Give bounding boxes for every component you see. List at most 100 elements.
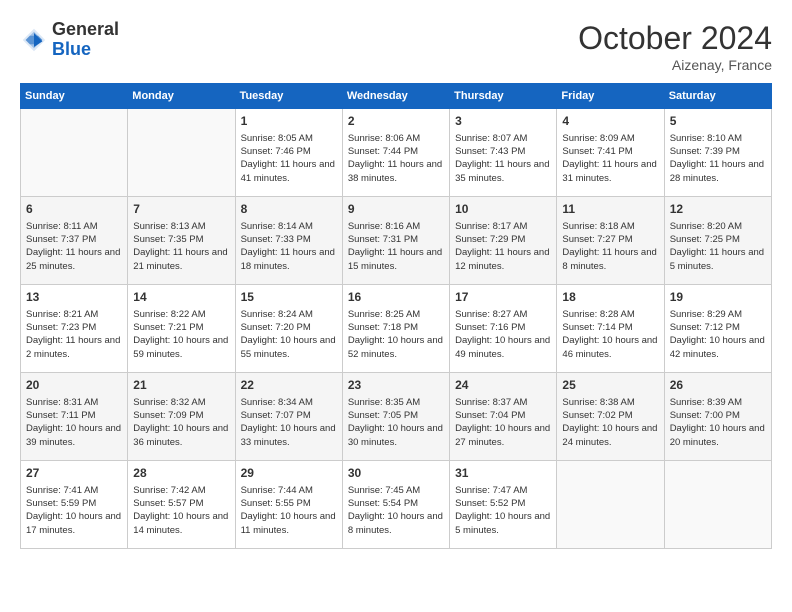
day-number: 1 bbox=[241, 113, 337, 130]
sunrise-text: Sunrise: 8:14 AM bbox=[241, 221, 313, 232]
daylight-text: Daylight: 10 hours and 5 minutes. bbox=[455, 511, 550, 535]
sunrise-text: Sunrise: 8:37 AM bbox=[455, 397, 527, 408]
daylight-text: Daylight: 11 hours and 28 minutes. bbox=[670, 159, 764, 183]
daylight-text: Daylight: 10 hours and 11 minutes. bbox=[241, 511, 336, 535]
daylight-text: Daylight: 11 hours and 41 minutes. bbox=[241, 159, 335, 183]
sunset-text: Sunset: 7:20 PM bbox=[241, 322, 311, 333]
day-number: 11 bbox=[562, 201, 658, 218]
calendar-cell: 5Sunrise: 8:10 AMSunset: 7:39 PMDaylight… bbox=[664, 109, 771, 197]
logo-blue: Blue bbox=[52, 39, 91, 59]
daylight-text: Daylight: 10 hours and 46 minutes. bbox=[562, 335, 657, 359]
sunset-text: Sunset: 5:57 PM bbox=[133, 498, 203, 509]
sunset-text: Sunset: 7:05 PM bbox=[348, 410, 418, 421]
sunrise-text: Sunrise: 8:17 AM bbox=[455, 221, 527, 232]
sunrise-text: Sunrise: 8:18 AM bbox=[562, 221, 634, 232]
day-number: 23 bbox=[348, 377, 444, 394]
calendar-header-wednesday: Wednesday bbox=[342, 84, 449, 109]
sunrise-text: Sunrise: 8:38 AM bbox=[562, 397, 634, 408]
sunrise-text: Sunrise: 8:27 AM bbox=[455, 309, 527, 320]
calendar-cell: 11 Sunrise: 8:18 AM Sunset: 7:27 PM Dayligh… bbox=[557, 197, 664, 285]
calendar-cell: 13Sunrise: 8:21 AMSunset: 7:23 PMDayligh… bbox=[21, 285, 128, 373]
sunset-text: Sunset: 7:43 PM bbox=[455, 146, 525, 157]
header: General Blue October 2024 Aizenay, Franc… bbox=[20, 20, 772, 73]
sunrise-text: Sunrise: 8:11 AM bbox=[26, 221, 98, 232]
calendar-cell: 10Sunrise: 8:17 AMSunset: 7:29 PMDayligh… bbox=[450, 197, 557, 285]
calendar-cell bbox=[557, 461, 664, 549]
calendar-cell: 30Sunrise: 7:45 AMSunset: 5:54 PMDayligh… bbox=[342, 461, 449, 549]
sunrise-text: Sunrise: 8:07 AM bbox=[455, 133, 527, 144]
sunset-text: Sunset: 7:02 PM bbox=[562, 410, 632, 421]
daylight-text: Daylight: 10 hours and 55 minutes. bbox=[241, 335, 336, 359]
daylight-text: Daylight: 11 hours and 18 minutes. bbox=[241, 247, 335, 271]
calendar-cell: 3Sunrise: 8:07 AMSunset: 7:43 PMDaylight… bbox=[450, 109, 557, 197]
calendar-cell: 20 Sunrise: 8:31 AM Sunset: 7:11 PM Dayligh… bbox=[21, 373, 128, 461]
sunrise-text: Sunrise: 7:41 AM bbox=[26, 485, 98, 496]
daylight-text: Daylight: 11 hours and 2 minutes. bbox=[26, 335, 120, 359]
calendar-cell: 14Sunrise: 8:22 AMSunset: 7:21 PMDayligh… bbox=[128, 285, 235, 373]
calendar-cell: 4Sunrise: 8:09 AMSunset: 7:41 PMDaylight… bbox=[557, 109, 664, 197]
calendar-cell: 26Sunrise: 8:39 AMSunset: 7:00 PMDayligh… bbox=[664, 373, 771, 461]
sunset-text: Sunset: 7:27 PM bbox=[562, 234, 632, 245]
daylight-text: Daylight: 11 hours and 38 minutes. bbox=[348, 159, 442, 183]
calendar-table: SundayMondayTuesdayWednesdayThursdayFrid… bbox=[20, 83, 772, 549]
calendar-cell: 28Sunrise: 7:42 AMSunset: 5:57 PMDayligh… bbox=[128, 461, 235, 549]
calendar-cell: 21Sunrise: 8:32 AMSunset: 7:09 PMDayligh… bbox=[128, 373, 235, 461]
calendar-header-monday: Monday bbox=[128, 84, 235, 109]
daylight-text: Daylight: 10 hours and 42 minutes. bbox=[670, 335, 765, 359]
sunrise-text: Sunrise: 8:31 AM bbox=[26, 397, 98, 408]
sunrise-text: Sunrise: 8:09 AM bbox=[562, 133, 634, 144]
calendar-cell: 17Sunrise: 8:27 AMSunset: 7:16 PMDayligh… bbox=[450, 285, 557, 373]
daylight-text: Daylight: 10 hours and 52 minutes. bbox=[348, 335, 443, 359]
day-number: 25 bbox=[562, 377, 658, 394]
sunset-text: Sunset: 5:52 PM bbox=[455, 498, 525, 509]
day-number: 20 bbox=[26, 377, 122, 394]
calendar-cell: 25 Sunrise: 8:38 AM Sunset: 7:02 PM Dayligh… bbox=[557, 373, 664, 461]
sunset-text: Sunset: 7:25 PM bbox=[670, 234, 740, 245]
day-number: 5 bbox=[670, 113, 766, 130]
day-number: 17 bbox=[455, 289, 551, 306]
subtitle: Aizenay, France bbox=[578, 57, 772, 73]
daylight-text: Daylight: 10 hours and 49 minutes. bbox=[455, 335, 550, 359]
calendar-cell: 1Sunrise: 8:05 AMSunset: 7:46 PMDaylight… bbox=[235, 109, 342, 197]
calendar-header-tuesday: Tuesday bbox=[235, 84, 342, 109]
calendar-cell: 7Sunrise: 8:13 AMSunset: 7:35 PMDaylight… bbox=[128, 197, 235, 285]
sunset-text: Sunset: 7:46 PM bbox=[241, 146, 311, 157]
sunrise-text: Sunrise: 8:06 AM bbox=[348, 133, 420, 144]
calendar-cell: 23Sunrise: 8:35 AMSunset: 7:05 PMDayligh… bbox=[342, 373, 449, 461]
daylight-text: Daylight: 10 hours and 24 minutes. bbox=[562, 423, 657, 447]
daylight-text: Daylight: 11 hours and 8 minutes. bbox=[562, 247, 656, 271]
day-number: 30 bbox=[348, 465, 444, 482]
day-number: 8 bbox=[241, 201, 337, 218]
sunrise-text: Sunrise: 8:24 AM bbox=[241, 309, 313, 320]
calendar-cell: 15Sunrise: 8:24 AMSunset: 7:20 PMDayligh… bbox=[235, 285, 342, 373]
sunset-text: Sunset: 5:59 PM bbox=[26, 498, 96, 509]
sunrise-text: Sunrise: 8:39 AM bbox=[670, 397, 742, 408]
daylight-text: Daylight: 11 hours and 15 minutes. bbox=[348, 247, 442, 271]
sunrise-text: Sunrise: 8:16 AM bbox=[348, 221, 420, 232]
sunrise-text: Sunrise: 8:21 AM bbox=[26, 309, 98, 320]
sunrise-text: Sunrise: 8:35 AM bbox=[348, 397, 420, 408]
daylight-text: Daylight: 11 hours and 25 minutes. bbox=[26, 247, 120, 271]
sunset-text: Sunset: 7:21 PM bbox=[133, 322, 203, 333]
sunset-text: Sunset: 7:31 PM bbox=[348, 234, 418, 245]
sunset-text: Sunset: 7:33 PM bbox=[241, 234, 311, 245]
sunset-text: Sunset: 7:11 PM bbox=[26, 410, 96, 421]
daylight-text: Daylight: 11 hours and 21 minutes. bbox=[133, 247, 227, 271]
day-number: 13 bbox=[26, 289, 122, 306]
daylight-text: Daylight: 10 hours and 59 minutes. bbox=[133, 335, 228, 359]
daylight-text: Daylight: 10 hours and 36 minutes. bbox=[133, 423, 228, 447]
calendar-cell bbox=[21, 109, 128, 197]
calendar-cell bbox=[664, 461, 771, 549]
day-number: 22 bbox=[241, 377, 337, 394]
calendar-cell: 22Sunrise: 8:34 AMSunset: 7:07 PMDayligh… bbox=[235, 373, 342, 461]
daylight-text: Daylight: 11 hours and 5 minutes. bbox=[670, 247, 764, 271]
calendar-cell: 12Sunrise: 8:20 AMSunset: 7:25 PMDayligh… bbox=[664, 197, 771, 285]
day-number: 9 bbox=[348, 201, 444, 218]
day-number: 19 bbox=[670, 289, 766, 306]
calendar-cell: 31Sunrise: 7:47 AMSunset: 5:52 PMDayligh… bbox=[450, 461, 557, 549]
calendar-week-row: 1Sunrise: 8:05 AMSunset: 7:46 PMDaylight… bbox=[21, 109, 772, 197]
daylight-text: Daylight: 10 hours and 33 minutes. bbox=[241, 423, 336, 447]
logo-general: General bbox=[52, 19, 119, 39]
sunset-text: Sunset: 5:54 PM bbox=[348, 498, 418, 509]
daylight-text: Daylight: 10 hours and 39 minutes. bbox=[26, 423, 121, 447]
